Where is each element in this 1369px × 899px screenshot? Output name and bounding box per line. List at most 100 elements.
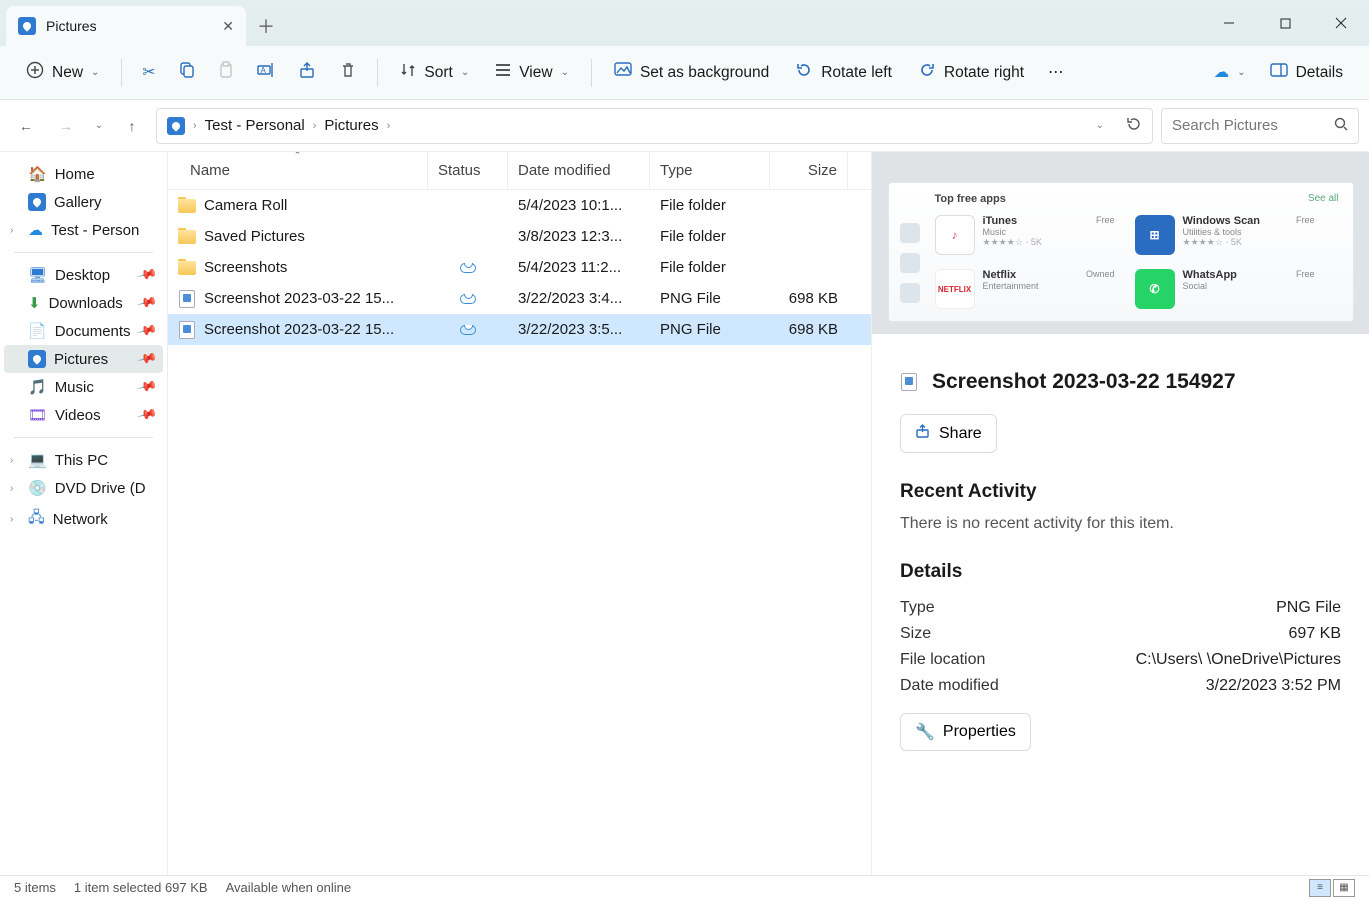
back-button[interactable]: ←	[10, 110, 42, 142]
pc-icon: 💻	[28, 451, 47, 469]
paste-button[interactable]	[209, 55, 243, 90]
video-icon: 🎞	[28, 406, 47, 424]
pv: iTunes	[983, 215, 1042, 227]
more-button[interactable]: ⋯	[1040, 57, 1072, 88]
file-type: PNG File	[650, 290, 770, 307]
properties-button[interactable]: 🔧 Properties	[900, 713, 1031, 751]
recent-activity-heading: Recent Activity	[900, 481, 1341, 503]
details-pane-button[interactable]: Details	[1260, 57, 1353, 88]
detail-row-modified: Date modified3/22/2023 3:52 PM	[900, 673, 1341, 699]
rename-button[interactable]: A	[249, 55, 285, 90]
separator	[591, 59, 592, 87]
sidebar-item-home[interactable]: 🏠Home	[4, 160, 163, 188]
refresh-button[interactable]	[1126, 116, 1142, 136]
tab-close-icon[interactable]: ✕	[222, 18, 234, 35]
file-row[interactable]: Camera Roll5/4/2023 10:1...File folder	[168, 190, 871, 221]
k: File location	[900, 651, 985, 669]
up-button[interactable]: ↑	[116, 110, 148, 142]
column-label: Date modified	[518, 162, 611, 179]
minimize-button[interactable]	[1201, 0, 1257, 46]
new-button[interactable]: New ⌄	[16, 55, 109, 90]
file-row[interactable]: Screenshot 2023-03-22 15...3/22/2023 3:4…	[168, 283, 871, 314]
file-date: 5/4/2023 11:2...	[508, 259, 650, 276]
share-button[interactable]	[291, 55, 325, 90]
onedrive-button[interactable]: ☁⌄	[1206, 57, 1254, 88]
sidebar-label: Documents	[55, 323, 131, 340]
sidebar-item-desktop[interactable]: 🖥Desktop📌	[4, 261, 163, 289]
file-row[interactable]: Screenshots5/4/2023 11:2...File folder	[168, 252, 871, 283]
file-list: ⌃Name Status Date modified Type Size Cam…	[168, 152, 871, 875]
share-button[interactable]: Share	[900, 414, 997, 453]
address-bar-row: ← → ⌄ ↑ › Test - Personal › Pictures › ⌄…	[0, 100, 1369, 152]
sidebar-item-music[interactable]: 🎵Music📌	[4, 373, 163, 401]
status-availability: Available when online	[226, 880, 352, 895]
tab-pictures[interactable]: Pictures ✕	[6, 6, 246, 46]
sidebar-label: Test - Person	[51, 222, 139, 239]
new-tab-button[interactable]: ＋	[246, 6, 286, 46]
search-box[interactable]: Search Pictures	[1161, 108, 1359, 144]
copy-button[interactable]	[169, 55, 203, 90]
chevron-right-icon[interactable]: ›	[10, 455, 13, 466]
sidebar: 🏠Home Gallery ›☁Test - Person 🖥Desktop📌 …	[0, 152, 168, 875]
file-date: 3/22/2023 3:5...	[508, 321, 650, 338]
cloud-icon: ☁	[28, 221, 43, 239]
set-background-button[interactable]: Set as background	[604, 56, 779, 89]
chevron-right-icon[interactable]: ›	[10, 483, 13, 494]
file-status	[428, 294, 508, 304]
file-type: File folder	[650, 228, 770, 245]
sidebar-item-thispc[interactable]: ›💻This PC	[4, 446, 163, 474]
rotate-left-icon	[795, 61, 813, 84]
set-background-label: Set as background	[640, 64, 769, 82]
sidebar-item-network[interactable]: ›🖧Network	[4, 502, 163, 537]
rotate-right-button[interactable]: Rotate right	[908, 55, 1034, 90]
cut-button[interactable]: ✂	[134, 57, 163, 88]
file-row[interactable]: Screenshot 2023-03-22 15...3/22/2023 3:5…	[168, 314, 871, 345]
breadcrumb-root[interactable]: Test - Personal	[205, 117, 305, 134]
plus-circle-icon	[26, 61, 44, 84]
sidebar-item-downloads[interactable]: ⬇Downloads📌	[4, 289, 163, 317]
detail-row-location: File locationC:\Users\ \OneDrive\Picture…	[900, 647, 1341, 673]
column-date[interactable]: Date modified	[508, 152, 650, 189]
pin-icon: 📌	[136, 348, 158, 370]
column-type[interactable]: Type	[650, 152, 770, 189]
column-size[interactable]: Size	[770, 152, 848, 189]
rename-icon: A	[257, 61, 277, 84]
sidebar-item-dvd[interactable]: ›💿DVD Drive (D	[4, 474, 163, 502]
view-button[interactable]: View ⌄	[485, 57, 579, 88]
view-icons-toggle[interactable]: ▦	[1333, 879, 1355, 897]
pv: Netflix	[983, 269, 1039, 281]
details-label: Details	[1296, 64, 1343, 82]
address-dropdown[interactable]: ⌄	[1096, 120, 1104, 131]
sort-button[interactable]: Sort ⌄	[390, 56, 479, 89]
view-details-toggle[interactable]: ≡	[1309, 879, 1331, 897]
sidebar-item-videos[interactable]: 🎞Videos📌	[4, 401, 163, 429]
chevron-right-icon[interactable]: ›	[10, 514, 13, 525]
forward-button[interactable]: →	[50, 110, 82, 142]
folder-icon	[178, 259, 196, 277]
column-status[interactable]: Status	[428, 152, 508, 189]
column-name[interactable]: ⌃Name	[168, 152, 428, 189]
search-placeholder: Search Pictures	[1172, 117, 1278, 134]
sidebar-item-personal[interactable]: › ☁ Test - Person	[4, 216, 163, 244]
breadcrumb-current[interactable]: Pictures	[324, 117, 378, 134]
detail-row-size: Size697 KB	[900, 621, 1341, 647]
pv: Free	[1296, 215, 1315, 259]
rotate-left-button[interactable]: Rotate left	[785, 55, 902, 90]
sidebar-item-documents[interactable]: 📄Documents📌	[4, 317, 163, 345]
delete-button[interactable]	[331, 55, 365, 90]
sort-icon	[400, 62, 416, 83]
file-status	[428, 325, 508, 335]
sidebar-item-gallery[interactable]: Gallery	[4, 188, 163, 216]
maximize-button[interactable]	[1257, 0, 1313, 46]
file-row[interactable]: Saved Pictures3/8/2023 12:3...File folde…	[168, 221, 871, 252]
recent-dropdown[interactable]: ⌄	[90, 110, 108, 142]
preview-thumbnail: Top free apps See all ♪iTunesMusic★★★★☆ …	[872, 152, 1369, 334]
divider	[14, 437, 153, 438]
close-button[interactable]	[1313, 0, 1369, 46]
sidebar-item-pictures[interactable]: Pictures📌	[4, 345, 163, 373]
titlebar: Pictures ✕ ＋	[0, 0, 1369, 46]
chevron-right-icon: ›	[193, 120, 197, 132]
chevron-right-icon[interactable]: ›	[10, 225, 13, 236]
preview-seeall: See all	[1308, 193, 1339, 204]
address-bar[interactable]: › Test - Personal › Pictures › ⌄	[156, 108, 1153, 144]
